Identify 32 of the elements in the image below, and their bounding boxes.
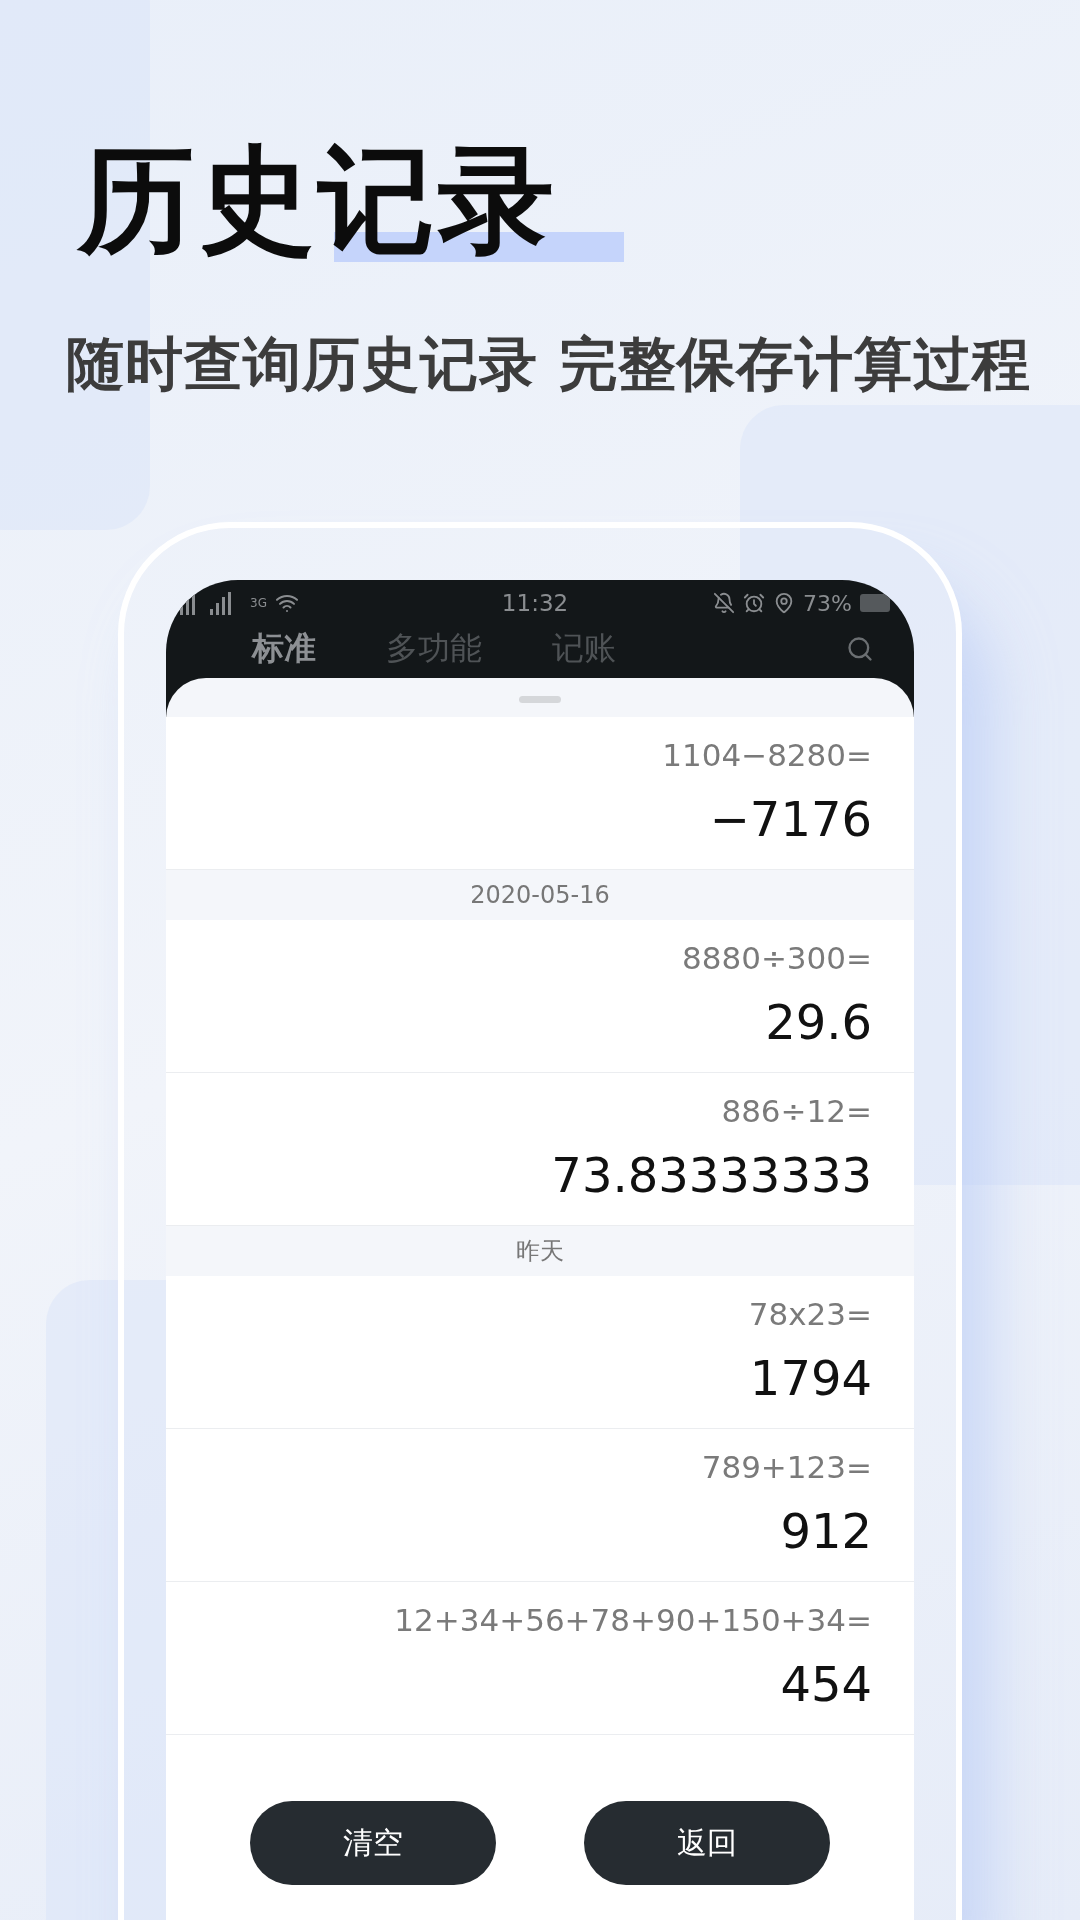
history-entry[interactable]: 1104−8280= −7176	[166, 717, 914, 870]
network-type: 3G	[250, 596, 267, 610]
result: 454	[780, 1656, 872, 1712]
status-time: 11:32	[501, 590, 569, 616]
history-entry[interactable]: 78x23= 1794	[166, 1276, 914, 1429]
history-entry[interactable]: 789+123= 912	[166, 1429, 914, 1582]
tab[interactable]: 标准	[252, 627, 316, 671]
expression: 12+34+56+78+90+150+34=	[394, 1602, 872, 1638]
expression: 789+123=	[701, 1449, 872, 1485]
expression: 886÷12=	[721, 1093, 872, 1129]
history-entry[interactable]: 12+34+56+78+90+150+34= 454	[166, 1582, 914, 1735]
clear-button[interactable]: 清空	[250, 1801, 496, 1885]
history-entry[interactable]: 886÷12= 73.83333333	[166, 1073, 914, 1226]
bell-off-icon	[713, 592, 736, 614]
result: 29.6	[765, 994, 872, 1050]
date-header: 2020-05-16	[470, 881, 610, 909]
date-header: 昨天	[516, 1236, 564, 1267]
back-button[interactable]: 返回	[584, 1801, 830, 1885]
result: −7176	[709, 791, 872, 847]
sheet-handle[interactable]	[519, 696, 561, 703]
alarm-icon	[743, 592, 766, 614]
battery-level: 73%	[803, 590, 852, 616]
result: 73.83333333	[551, 1147, 872, 1203]
history-entry[interactable]: 8880÷300= 29.6	[166, 920, 914, 1073]
page-subtitle: 随时查询历史记录 完整保存计算过程	[66, 329, 1033, 400]
battery-icon	[860, 594, 890, 612]
expression: 8880÷300=	[682, 940, 872, 976]
expression: 1104−8280=	[662, 737, 872, 773]
expression: 78x23=	[748, 1296, 872, 1332]
result: 1794	[749, 1350, 872, 1406]
result: 912	[780, 1503, 872, 1559]
search-icon[interactable]	[846, 635, 874, 663]
